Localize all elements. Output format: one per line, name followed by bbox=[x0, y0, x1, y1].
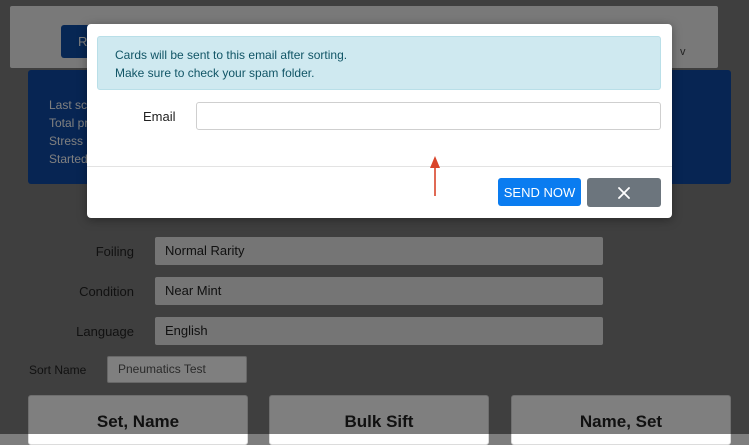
info-line-1: Cards will be sent to this email after s… bbox=[115, 48, 348, 62]
send-now-button[interactable]: SEND NOW bbox=[498, 178, 581, 206]
annotation-arrow-icon bbox=[430, 156, 440, 196]
close-icon bbox=[618, 186, 630, 199]
info-line-2: Make sure to check your spam folder. bbox=[115, 66, 315, 80]
email-modal: Cards will be sent to this email after s… bbox=[87, 24, 672, 218]
email-label: Email bbox=[143, 109, 176, 124]
close-button[interactable] bbox=[587, 178, 661, 207]
email-input[interactable] bbox=[196, 102, 661, 130]
modal-divider bbox=[87, 166, 672, 167]
info-alert: Cards will be sent to this email after s… bbox=[97, 36, 661, 90]
